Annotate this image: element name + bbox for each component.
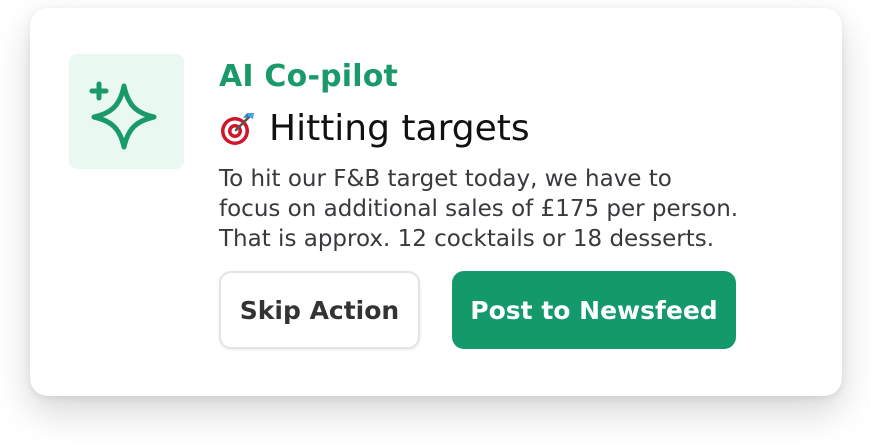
card-actions: Skip Action Post to Newsfeed [219, 271, 736, 349]
canvas: AI Co-pilot Hitting targets To hit our F… [0, 0, 871, 448]
skip-action-button[interactable]: Skip Action [219, 271, 420, 349]
card-content: AI Co-pilot Hitting targets To hit our F… [219, 58, 819, 254]
ai-copilot-card: AI Co-pilot Hitting targets To hit our F… [30, 8, 842, 396]
sparkle-icon [89, 81, 156, 149]
ai-copilot-icon-tile [69, 54, 184, 169]
direct-hit-target-icon [221, 113, 254, 145]
title-row: Hitting targets [219, 108, 819, 150]
card-title: Hitting targets [269, 108, 530, 149]
card-message: To hit our F&B target today, we have to … [219, 166, 739, 252]
post-to-newsfeed-button[interactable]: Post to Newsfeed [452, 271, 736, 349]
ai-copilot-label: AI Co-pilot [219, 59, 399, 94]
